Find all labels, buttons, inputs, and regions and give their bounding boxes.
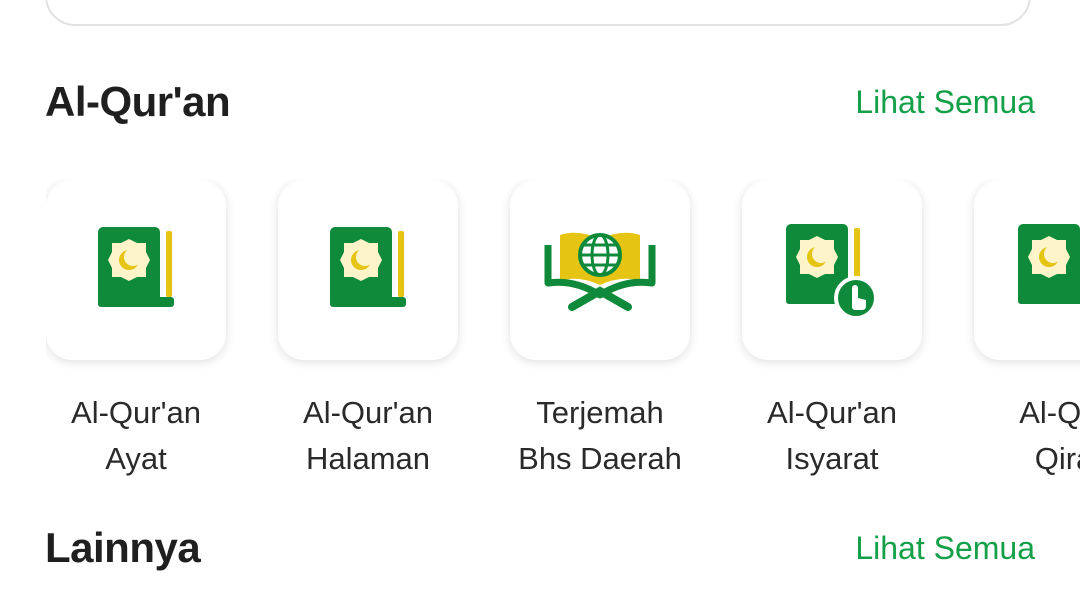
menu-item-terjemah-bhs-daerah[interactable]: Terjemah Bhs Daerah xyxy=(510,180,690,480)
others-section-header: Lainnya Lihat Semua xyxy=(45,524,1035,572)
search-card[interactable] xyxy=(45,0,1031,26)
menu-item-label: Terjemah Bhs Daerah xyxy=(518,395,682,476)
menu-tile[interactable] xyxy=(742,180,922,360)
quran-book-icon xyxy=(96,225,176,315)
quran-globe-icon xyxy=(544,225,656,315)
others-section-title: Lainnya xyxy=(45,524,201,571)
quran-book-icon xyxy=(328,225,408,315)
others-see-all-link[interactable]: Lihat Semua xyxy=(855,530,1035,567)
menu-item-quran-ayat[interactable]: Al-Qur'an Ayat xyxy=(46,180,226,480)
quran-section-title: Al-Qur'an xyxy=(45,78,231,125)
menu-tile[interactable] xyxy=(278,180,458,360)
menu-item-label: Al-Qur Qira xyxy=(1019,395,1080,476)
menu-item-quran-qiraah[interactable]: Al-Qur Qira xyxy=(974,180,1080,480)
quran-book-icon xyxy=(1016,222,1080,318)
menu-item-quran-halaman[interactable]: Al-Qur'an Halaman xyxy=(278,180,458,480)
menu-item-label: Al-Qur'an Halaman xyxy=(303,395,433,476)
menu-tile[interactable] xyxy=(974,180,1080,360)
menu-item-label: Al-Qur'an Ayat xyxy=(71,395,201,476)
menu-item-quran-isyarat[interactable]: Al-Qur'an Isyarat xyxy=(742,180,922,480)
menu-tile[interactable] xyxy=(46,180,226,360)
quran-section-header: Al-Qur'an Lihat Semua xyxy=(45,78,1035,126)
quran-menu-row: Al-Qur'an Ayat Al-Qur'an Halaman Terjema… xyxy=(46,180,1080,480)
quran-see-all-link[interactable]: Lihat Semua xyxy=(855,84,1035,121)
menu-tile[interactable] xyxy=(510,180,690,360)
quran-sign-language-icon xyxy=(784,222,880,318)
menu-item-label: Al-Qur'an Isyarat xyxy=(767,395,897,476)
